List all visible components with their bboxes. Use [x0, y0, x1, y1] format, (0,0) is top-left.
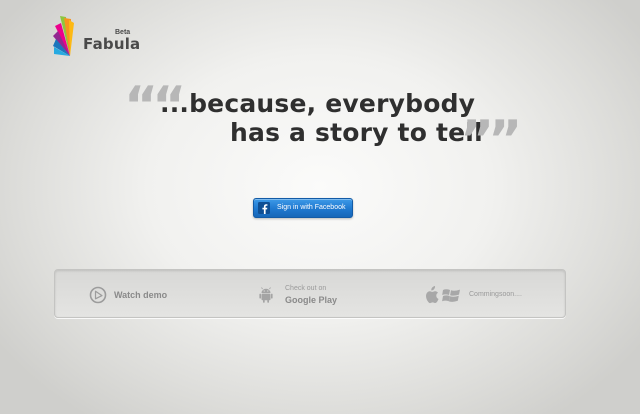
watch-demo-link[interactable]: Watch demo: [89, 285, 189, 305]
app-links-panel: Watch demo Check out on Google Play Comm…: [54, 269, 566, 318]
google-play-caption: Check out on: [285, 285, 327, 292]
brand-name: Fabula: [83, 35, 141, 53]
close-quote-icon: ””: [460, 110, 522, 170]
windows-icon: [442, 289, 460, 302]
coming-soon-platforms: Commingsoon....: [423, 285, 543, 305]
facebook-signin-label: Sign in with Facebook: [277, 204, 346, 211]
tagline: ““ ...because, everybody has a story to …: [0, 80, 640, 166]
facebook-icon: [258, 202, 270, 214]
google-play-link[interactable]: Check out on Google Play: [257, 282, 367, 308]
android-icon: [259, 287, 273, 303]
google-play-label: Google Play: [285, 295, 338, 305]
tagline-line-2: has a story to tell: [230, 118, 483, 147]
apple-icon: [426, 286, 439, 304]
facebook-signin-button[interactable]: Sign in with Facebook: [253, 198, 353, 218]
play-icon: [89, 286, 107, 304]
coming-soon-label: Commingsoon....: [469, 291, 522, 298]
brand-logo[interactable]: Beta Fabula: [52, 14, 162, 64]
watch-demo-label: Watch demo: [114, 290, 168, 300]
tagline-line-1: ...because, everybody: [160, 89, 476, 118]
